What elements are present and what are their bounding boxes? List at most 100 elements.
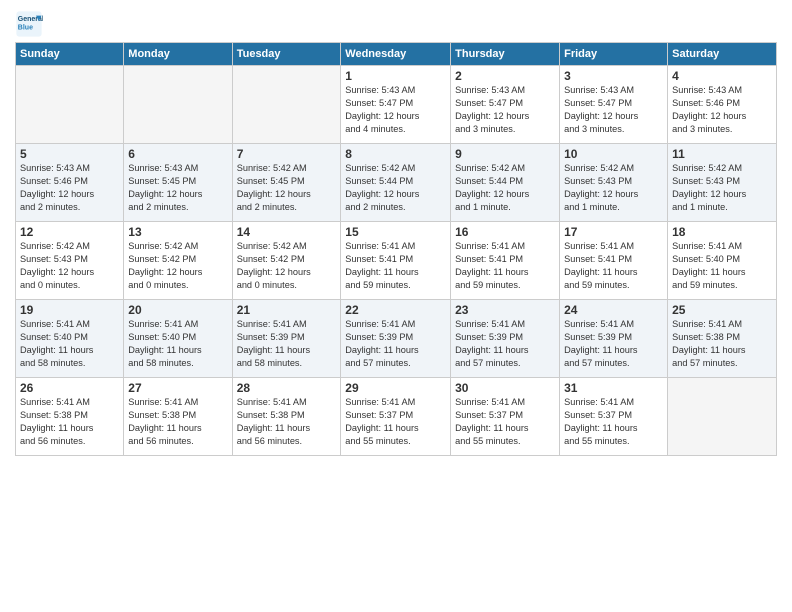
cell-day-info: Sunrise: 5:42 AM Sunset: 5:42 PM Dayligh… bbox=[128, 240, 227, 292]
cell-day-info: Sunrise: 5:42 AM Sunset: 5:43 PM Dayligh… bbox=[564, 162, 663, 214]
calendar-cell: 30Sunrise: 5:41 AM Sunset: 5:37 PM Dayli… bbox=[451, 378, 560, 456]
calendar-week-row: 5Sunrise: 5:43 AM Sunset: 5:46 PM Daylig… bbox=[16, 144, 777, 222]
calendar-cell: 18Sunrise: 5:41 AM Sunset: 5:40 PM Dayli… bbox=[668, 222, 777, 300]
calendar-cell: 28Sunrise: 5:41 AM Sunset: 5:38 PM Dayli… bbox=[232, 378, 341, 456]
weekday-header: Monday bbox=[124, 43, 232, 66]
calendar-cell: 10Sunrise: 5:42 AM Sunset: 5:43 PM Dayli… bbox=[560, 144, 668, 222]
calendar-cell: 19Sunrise: 5:41 AM Sunset: 5:40 PM Dayli… bbox=[16, 300, 124, 378]
cell-day-number: 10 bbox=[564, 147, 663, 161]
cell-day-number: 1 bbox=[345, 69, 446, 83]
cell-day-number: 20 bbox=[128, 303, 227, 317]
cell-day-number: 4 bbox=[672, 69, 772, 83]
cell-day-info: Sunrise: 5:41 AM Sunset: 5:41 PM Dayligh… bbox=[455, 240, 555, 292]
calendar-cell: 26Sunrise: 5:41 AM Sunset: 5:38 PM Dayli… bbox=[16, 378, 124, 456]
calendar-week-row: 1Sunrise: 5:43 AM Sunset: 5:47 PM Daylig… bbox=[16, 66, 777, 144]
cell-day-number: 6 bbox=[128, 147, 227, 161]
cell-day-number: 21 bbox=[237, 303, 337, 317]
cell-day-number: 14 bbox=[237, 225, 337, 239]
cell-day-number: 9 bbox=[455, 147, 555, 161]
weekday-header: Wednesday bbox=[341, 43, 451, 66]
cell-day-info: Sunrise: 5:41 AM Sunset: 5:38 PM Dayligh… bbox=[672, 318, 772, 370]
cell-day-number: 23 bbox=[455, 303, 555, 317]
calendar-cell: 31Sunrise: 5:41 AM Sunset: 5:37 PM Dayli… bbox=[560, 378, 668, 456]
cell-day-info: Sunrise: 5:41 AM Sunset: 5:41 PM Dayligh… bbox=[345, 240, 446, 292]
cell-day-info: Sunrise: 5:42 AM Sunset: 5:44 PM Dayligh… bbox=[345, 162, 446, 214]
cell-day-info: Sunrise: 5:43 AM Sunset: 5:47 PM Dayligh… bbox=[455, 84, 555, 136]
cell-day-info: Sunrise: 5:43 AM Sunset: 5:47 PM Dayligh… bbox=[564, 84, 663, 136]
calendar-cell: 9Sunrise: 5:42 AM Sunset: 5:44 PM Daylig… bbox=[451, 144, 560, 222]
cell-day-info: Sunrise: 5:41 AM Sunset: 5:39 PM Dayligh… bbox=[345, 318, 446, 370]
cell-day-info: Sunrise: 5:42 AM Sunset: 5:45 PM Dayligh… bbox=[237, 162, 337, 214]
calendar-cell: 17Sunrise: 5:41 AM Sunset: 5:41 PM Dayli… bbox=[560, 222, 668, 300]
cell-day-info: Sunrise: 5:43 AM Sunset: 5:46 PM Dayligh… bbox=[20, 162, 119, 214]
cell-day-info: Sunrise: 5:41 AM Sunset: 5:38 PM Dayligh… bbox=[20, 396, 119, 448]
cell-day-number: 8 bbox=[345, 147, 446, 161]
cell-day-number: 15 bbox=[345, 225, 446, 239]
calendar-cell: 3Sunrise: 5:43 AM Sunset: 5:47 PM Daylig… bbox=[560, 66, 668, 144]
header: General Blue bbox=[15, 10, 777, 38]
calendar-cell: 2Sunrise: 5:43 AM Sunset: 5:47 PM Daylig… bbox=[451, 66, 560, 144]
calendar-cell: 24Sunrise: 5:41 AM Sunset: 5:39 PM Dayli… bbox=[560, 300, 668, 378]
weekday-header: Tuesday bbox=[232, 43, 341, 66]
cell-day-info: Sunrise: 5:41 AM Sunset: 5:38 PM Dayligh… bbox=[128, 396, 227, 448]
calendar-cell: 25Sunrise: 5:41 AM Sunset: 5:38 PM Dayli… bbox=[668, 300, 777, 378]
calendar-cell bbox=[668, 378, 777, 456]
cell-day-number: 18 bbox=[672, 225, 772, 239]
calendar: SundayMondayTuesdayWednesdayThursdayFrid… bbox=[15, 42, 777, 456]
cell-day-info: Sunrise: 5:41 AM Sunset: 5:38 PM Dayligh… bbox=[237, 396, 337, 448]
calendar-cell: 1Sunrise: 5:43 AM Sunset: 5:47 PM Daylig… bbox=[341, 66, 451, 144]
calendar-cell: 22Sunrise: 5:41 AM Sunset: 5:39 PM Dayli… bbox=[341, 300, 451, 378]
calendar-cell: 13Sunrise: 5:42 AM Sunset: 5:42 PM Dayli… bbox=[124, 222, 232, 300]
cell-day-number: 12 bbox=[20, 225, 119, 239]
cell-day-info: Sunrise: 5:41 AM Sunset: 5:39 PM Dayligh… bbox=[455, 318, 555, 370]
cell-day-number: 16 bbox=[455, 225, 555, 239]
calendar-cell: 21Sunrise: 5:41 AM Sunset: 5:39 PM Dayli… bbox=[232, 300, 341, 378]
logo: General Blue bbox=[15, 10, 47, 38]
cell-day-info: Sunrise: 5:41 AM Sunset: 5:39 PM Dayligh… bbox=[237, 318, 337, 370]
weekday-header: Saturday bbox=[668, 43, 777, 66]
cell-day-number: 26 bbox=[20, 381, 119, 395]
calendar-cell: 27Sunrise: 5:41 AM Sunset: 5:38 PM Dayli… bbox=[124, 378, 232, 456]
weekday-header: Friday bbox=[560, 43, 668, 66]
cell-day-number: 25 bbox=[672, 303, 772, 317]
cell-day-info: Sunrise: 5:41 AM Sunset: 5:37 PM Dayligh… bbox=[345, 396, 446, 448]
calendar-cell: 29Sunrise: 5:41 AM Sunset: 5:37 PM Dayli… bbox=[341, 378, 451, 456]
calendar-cell: 15Sunrise: 5:41 AM Sunset: 5:41 PM Dayli… bbox=[341, 222, 451, 300]
calendar-cell: 16Sunrise: 5:41 AM Sunset: 5:41 PM Dayli… bbox=[451, 222, 560, 300]
calendar-cell: 12Sunrise: 5:42 AM Sunset: 5:43 PM Dayli… bbox=[16, 222, 124, 300]
cell-day-number: 7 bbox=[237, 147, 337, 161]
cell-day-number: 28 bbox=[237, 381, 337, 395]
cell-day-number: 3 bbox=[564, 69, 663, 83]
calendar-cell: 7Sunrise: 5:42 AM Sunset: 5:45 PM Daylig… bbox=[232, 144, 341, 222]
calendar-cell: 23Sunrise: 5:41 AM Sunset: 5:39 PM Dayli… bbox=[451, 300, 560, 378]
calendar-cell bbox=[124, 66, 232, 144]
cell-day-info: Sunrise: 5:41 AM Sunset: 5:37 PM Dayligh… bbox=[455, 396, 555, 448]
cell-day-number: 19 bbox=[20, 303, 119, 317]
cell-day-number: 17 bbox=[564, 225, 663, 239]
cell-day-info: Sunrise: 5:43 AM Sunset: 5:45 PM Dayligh… bbox=[128, 162, 227, 214]
weekday-header: Thursday bbox=[451, 43, 560, 66]
svg-text:Blue: Blue bbox=[18, 25, 33, 32]
page: General Blue SundayMondayTuesdayWednesda… bbox=[0, 0, 792, 612]
calendar-cell bbox=[16, 66, 124, 144]
cell-day-number: 30 bbox=[455, 381, 555, 395]
cell-day-info: Sunrise: 5:41 AM Sunset: 5:40 PM Dayligh… bbox=[672, 240, 772, 292]
cell-day-number: 13 bbox=[128, 225, 227, 239]
calendar-cell: 8Sunrise: 5:42 AM Sunset: 5:44 PM Daylig… bbox=[341, 144, 451, 222]
calendar-week-row: 12Sunrise: 5:42 AM Sunset: 5:43 PM Dayli… bbox=[16, 222, 777, 300]
cell-day-info: Sunrise: 5:41 AM Sunset: 5:41 PM Dayligh… bbox=[564, 240, 663, 292]
calendar-cell: 5Sunrise: 5:43 AM Sunset: 5:46 PM Daylig… bbox=[16, 144, 124, 222]
calendar-cell: 11Sunrise: 5:42 AM Sunset: 5:43 PM Dayli… bbox=[668, 144, 777, 222]
calendar-cell: 20Sunrise: 5:41 AM Sunset: 5:40 PM Dayli… bbox=[124, 300, 232, 378]
cell-day-info: Sunrise: 5:42 AM Sunset: 5:42 PM Dayligh… bbox=[237, 240, 337, 292]
calendar-cell: 6Sunrise: 5:43 AM Sunset: 5:45 PM Daylig… bbox=[124, 144, 232, 222]
cell-day-number: 2 bbox=[455, 69, 555, 83]
weekday-header: Sunday bbox=[16, 43, 124, 66]
cell-day-info: Sunrise: 5:41 AM Sunset: 5:39 PM Dayligh… bbox=[564, 318, 663, 370]
cell-day-number: 11 bbox=[672, 147, 772, 161]
cell-day-info: Sunrise: 5:43 AM Sunset: 5:47 PM Dayligh… bbox=[345, 84, 446, 136]
cell-day-number: 24 bbox=[564, 303, 663, 317]
calendar-week-row: 19Sunrise: 5:41 AM Sunset: 5:40 PM Dayli… bbox=[16, 300, 777, 378]
cell-day-info: Sunrise: 5:41 AM Sunset: 5:40 PM Dayligh… bbox=[20, 318, 119, 370]
cell-day-info: Sunrise: 5:42 AM Sunset: 5:43 PM Dayligh… bbox=[20, 240, 119, 292]
